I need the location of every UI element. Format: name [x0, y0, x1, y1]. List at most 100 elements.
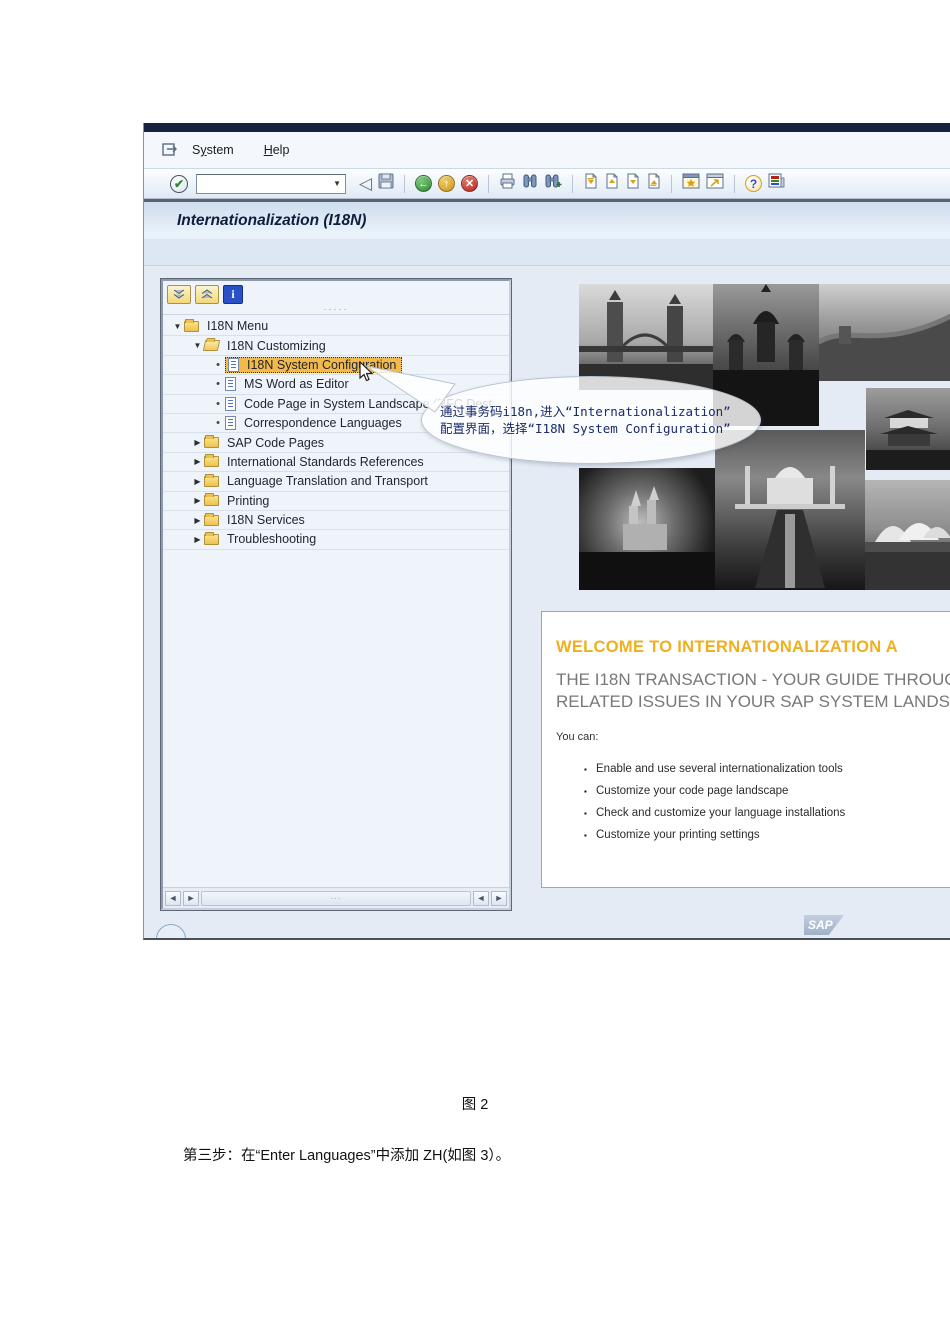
caret-collapsed-icon[interactable]: ▶	[191, 477, 204, 486]
menu-items-container: System Help	[192, 143, 319, 157]
create-shortcut-icon[interactable]	[706, 173, 724, 194]
tree-item-label[interactable]: MS Word as Editor	[241, 377, 352, 391]
cancel-icon[interactable]: ✕	[461, 175, 478, 192]
tree-horizontal-scrollbar[interactable]: ◄ ► ··· ◄ ►	[163, 887, 509, 908]
bullet-square-icon: ▪	[584, 787, 596, 796]
tree-item-body[interactable]: Troubleshooting	[204, 532, 319, 546]
tree-item-body[interactable]: MS Word as Editor	[225, 377, 352, 391]
caret-collapsed-icon[interactable]: ▶	[191, 516, 204, 525]
folder-icon	[184, 321, 199, 332]
caret-expanded-icon[interactable]: ▼	[171, 322, 184, 331]
tree-item-body[interactable]: Language Translation and Transport	[204, 474, 431, 488]
tree-item-label[interactable]: Printing	[224, 494, 272, 508]
welcome-bullets: ▪Enable and use several internationaliza…	[556, 763, 950, 841]
page-title: Internationalization (I18N)	[177, 212, 366, 230]
scroll-right-icon[interactable]: ►	[183, 891, 199, 906]
bullet-square-icon: ▪	[584, 765, 596, 774]
tree-item-label[interactable]: I18N Customizing	[224, 339, 329, 353]
application-toolbar	[144, 239, 950, 266]
tree-item-body[interactable]: I18N Services	[204, 513, 308, 527]
tree-item[interactable]: ▼ I18N Customizing	[163, 336, 509, 355]
scroll-left-icon[interactable]: ◄	[473, 891, 489, 906]
welcome-panel: WELCOME TO INTERNATIONALIZATION A THE I1…	[541, 611, 950, 888]
callout-line1: 通过事务码i18n,进入“Internationalization”	[440, 403, 760, 420]
document-icon	[225, 416, 236, 430]
scrollbar-thumb[interactable]: ···	[201, 891, 471, 906]
tree-item-label[interactable]: Troubleshooting	[224, 532, 319, 546]
tree-item[interactable]: ▶ I18N Services	[163, 511, 509, 530]
collapse-all-button[interactable]	[195, 285, 219, 304]
first-page-icon[interactable]	[583, 173, 598, 194]
welcome-bullet-item: ▪Customize your code page landscape	[556, 785, 950, 797]
tree-item[interactable]: ▶ International Standards References	[163, 453, 509, 472]
save-icon[interactable]	[378, 173, 394, 194]
back-triangle-icon[interactable]: ◁	[359, 174, 372, 194]
help-icon[interactable]: ?	[745, 175, 762, 192]
welcome-heading: WELCOME TO INTERNATIONALIZATION A	[556, 638, 950, 657]
command-field[interactable]: ▼	[196, 174, 346, 194]
page-up-icon[interactable]	[604, 173, 619, 194]
tree-item-label[interactable]: Language Translation and Transport	[224, 474, 431, 488]
caret-collapsed-icon[interactable]: ▶	[191, 535, 204, 544]
dropdown-icon[interactable]: ▼	[329, 179, 345, 188]
find-icon[interactable]	[522, 173, 538, 194]
scroll-right-icon[interactable]: ►	[491, 891, 507, 906]
command-input[interactable]	[168, 176, 329, 192]
tree-item-label[interactable]: SAP Code Pages	[224, 436, 327, 450]
welcome-bullet-text: Customize your printing settings	[596, 829, 760, 841]
welcome-subheading-line2: RELATED ISSUES IN YOUR SAP SYSTEM LANDSC…	[556, 691, 950, 713]
tree-item[interactable]: ▶ Troubleshooting	[163, 530, 509, 549]
new-session-icon[interactable]	[682, 173, 700, 194]
folder-icon	[204, 534, 219, 545]
caret-collapsed-icon[interactable]: ▶	[191, 457, 204, 466]
last-page-icon[interactable]	[646, 173, 661, 194]
tree-item-body[interactable]: I18N Menu	[184, 319, 271, 333]
tree-item-label[interactable]: I18N Menu	[204, 319, 271, 333]
title-bar: Internationalization (I18N)	[144, 199, 950, 239]
menu-exit-icon[interactable]	[162, 143, 178, 157]
callout-tail	[359, 358, 469, 418]
tree-item-body[interactable]: I18N Customizing	[204, 339, 329, 353]
sap-window: System Help ✔ ▼ ◁ ← ↑ ✕	[143, 123, 950, 940]
toolbar-separator	[572, 175, 573, 193]
customize-layout-icon[interactable]	[768, 173, 785, 194]
folder-icon	[204, 437, 219, 448]
scroll-left-icon[interactable]: ◄	[165, 891, 181, 906]
document-icon	[228, 358, 239, 372]
welcome-bullet-text: Enable and use several internationalizat…	[596, 763, 843, 775]
tree-item-label[interactable]: Correspondence Languages	[241, 416, 405, 430]
find-next-icon[interactable]	[544, 173, 562, 194]
tree-item-label[interactable]: I18N Services	[224, 513, 308, 527]
figure-caption: 图 2	[0, 1093, 950, 1114]
splitter-handle[interactable]: ·····	[163, 306, 509, 315]
back-icon[interactable]: ←	[415, 175, 432, 192]
callout-line2: 配置界面，选择“I18N System Configuration”	[440, 420, 760, 437]
exit-icon[interactable]: ↑	[438, 175, 455, 192]
sap-logo: SAP	[804, 915, 844, 935]
toolbar-separator	[488, 175, 489, 193]
tree-item-body[interactable]: SAP Code Pages	[204, 436, 327, 450]
welcome-bullet-text: Customize your code page landscape	[596, 785, 788, 797]
welcome-intro: You can:	[556, 731, 950, 743]
tree-item-body[interactable]: Printing	[204, 494, 272, 508]
taj-mahal-photo	[715, 430, 865, 590]
tree-item-label[interactable]: International Standards References	[224, 455, 427, 469]
tree-item[interactable]: ▶ Language Translation and Transport	[163, 472, 509, 491]
page-down-icon[interactable]	[625, 173, 640, 194]
menu-bar: System Help	[144, 132, 950, 169]
caret-collapsed-icon[interactable]: ▶	[191, 496, 204, 505]
tree-item[interactable]: ▶ Printing	[163, 492, 509, 511]
menu-item-help[interactable]: Help	[264, 143, 290, 157]
tree-item-body[interactable]: International Standards References	[204, 455, 427, 469]
tree-item[interactable]: ▼ I18N Menu	[163, 317, 509, 336]
caret-collapsed-icon[interactable]: ▶	[191, 438, 204, 447]
caret-expanded-icon[interactable]: ▼	[191, 341, 204, 350]
item-bullet: •	[211, 378, 225, 390]
expand-all-button[interactable]	[167, 285, 191, 304]
item-bullet: •	[211, 417, 225, 429]
tree-item-body[interactable]: Correspondence Languages	[225, 416, 405, 430]
menu-item-system[interactable]: System	[192, 143, 234, 157]
standard-toolbar: ✔ ▼ ◁ ← ↑ ✕	[144, 169, 950, 199]
print-icon[interactable]	[499, 173, 516, 194]
legend-info-button[interactable]: i	[223, 285, 243, 304]
